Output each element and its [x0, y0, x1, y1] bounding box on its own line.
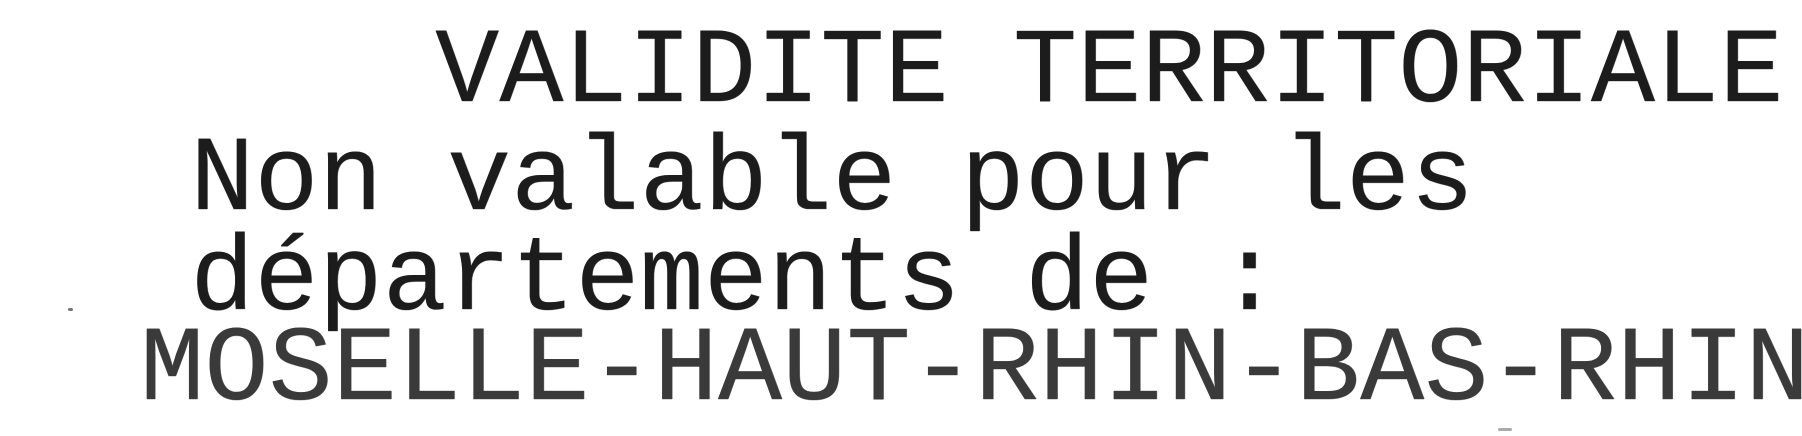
ink-speck: [68, 308, 73, 311]
restriction-text-line-1: Non valable pour les: [190, 121, 1475, 242]
heading-territorial-validity: VALIDITE TERRITORIALE: [435, 13, 1784, 134]
typed-document: VALIDITE TERRITORIALE Non valable pour l…: [0, 0, 1802, 436]
excluded-departments-list: MOSELLE-HAUT-RHIN-BAS-RHIN: [140, 311, 1802, 432]
ink-speck: [1498, 428, 1512, 431]
